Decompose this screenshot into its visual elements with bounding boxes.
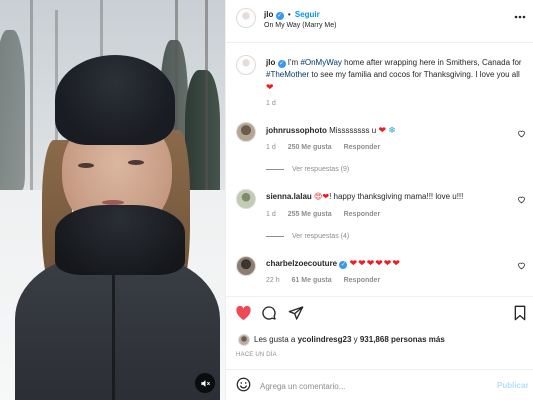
hashtag-themother[interactable]: #TheMother [266,70,309,79]
jacket [15,255,220,400]
liker-username[interactable]: ycolindresg23 [298,335,352,344]
follow-button[interactable]: Seguir [295,10,320,19]
comment-like-heart-icon[interactable] [517,129,526,138]
view-replies-button[interactable]: Ver respuestas (4) [266,233,349,240]
share-button[interactable] [288,305,304,321]
author-avatar[interactable] [236,8,256,28]
post-detail-panel: jlo ✓ • Seguir On My Way (Marry Me) jlo … [225,0,533,400]
caption-time[interactable]: 1 d [266,100,276,107]
beanie-hat [55,55,175,145]
speaker-muted-icon [200,379,210,387]
likes-prefix: Les gusta a [254,335,298,344]
background-tree [185,70,220,200]
background-trunk [30,0,33,190]
smiley-icon [236,377,251,392]
view-replies-label: Ver respuestas (4) [292,233,350,240]
publish-button[interactable]: Publicar [497,381,529,390]
likes-count[interactable]: 931,868 personas más [360,335,445,344]
song-title[interactable]: On My Way (Marry Me) [264,22,336,29]
heart-emoji-icon: ❤ [378,125,386,135]
likes-summary: Les gusta a ycolindresg23 y 931,868 pers… [254,335,445,344]
add-comment-divider [226,369,533,370]
replies-line [266,236,284,237]
eye [128,160,144,165]
add-comment-input[interactable] [260,379,480,393]
comment-meta: 1 d 255 Me gusta Responder [266,211,390,218]
emoji-lead: 😍❤ [314,192,330,201]
actions-divider [226,296,533,297]
hearts-emoji-icon: ❤❤❤❤❤❤ [349,258,401,268]
caption-text-1: I'm [285,58,301,67]
background-tree [0,30,25,190]
view-replies-label: Ver respuestas (9) [292,166,350,173]
header-divider [226,42,533,43]
eye [78,163,94,168]
hashtag-onmyway[interactable]: #OnMyWay [300,58,342,67]
like-button[interactable] [235,305,252,321]
reply-button[interactable]: Responder [344,144,381,151]
heart-filled-icon [236,305,251,321]
paper-plane-icon [288,306,304,320]
verified-badge-icon: ✓ [339,261,348,269]
emoji-picker-button[interactable] [236,377,251,392]
bookmark-icon [514,305,526,321]
comment-text: johnrussophoto Missssssss u ❤ ❄ [266,125,396,136]
comment-time[interactable]: 1 d [266,211,276,218]
comment-text: charbelzoecouture ✓ ❤❤❤❤❤❤ [266,258,401,269]
background-trunk [205,0,208,200]
caption-avatar[interactable] [236,55,256,75]
commenter-avatar[interactable] [236,189,256,209]
comment-bubble-icon [262,306,276,320]
post-video[interactable] [0,0,225,400]
post-header: jlo ✓ • Seguir [264,10,320,20]
comment-username[interactable]: sienna.lalau [266,192,312,201]
caption-text-3: to see my familia and cocos for Thanksgi… [309,70,520,79]
comment-button[interactable] [261,305,277,321]
comment-meta: 1 d 250 Me gusta Responder [266,144,390,151]
more-dots-icon [514,15,526,19]
replies-line [266,169,284,170]
jacket-zipper [112,270,115,400]
comment-likes[interactable]: 250 Me gusta [288,144,332,151]
comment-text: sienna.lalau 😍❤! happy thanksgiving mama… [266,192,463,201]
liker-avatar[interactable] [238,334,250,346]
view-replies-button[interactable]: Ver respuestas (9) [266,166,349,173]
caption-username[interactable]: jlo [266,58,275,67]
comment-likes[interactable]: 61 Me gusta [292,277,332,284]
comment-username[interactable]: charbelzoecouture [266,259,337,268]
post-caption: jlo ✓ I'm #OnMyWay home after wrapping h… [266,57,526,94]
commenter-avatar[interactable] [236,256,256,276]
comment-time[interactable]: 1 d [266,144,276,151]
likes-middle: y [351,335,360,344]
comment-meta: 22 h 61 Me gusta Responder [266,277,390,284]
mute-toggle-button[interactable] [195,373,215,393]
comment-like-heart-icon[interactable] [517,195,526,204]
comment-username[interactable]: johnrussophoto [266,126,327,135]
reply-button[interactable]: Responder [344,211,381,218]
comment-time[interactable]: 22 h [266,277,280,284]
author-username[interactable]: jlo [264,10,273,19]
comment-body: Missssssss u [326,126,379,135]
save-button[interactable] [513,305,527,321]
comment-likes[interactable]: 255 Me gusta [288,211,332,218]
verified-badge-icon: ✓ [277,60,286,68]
snowflake-emoji-icon: ❄ [388,125,396,135]
heart-emoji-icon: ❤ [266,82,274,92]
neck-gaiter [55,205,185,275]
more-options-button[interactable] [514,12,526,21]
caption-text-2: home after wrapping here in Smithers, Ca… [341,58,522,67]
header-separator: • [287,10,291,19]
comment-like-heart-icon[interactable] [517,261,526,270]
reply-button[interactable]: Responder [344,277,381,284]
post-timestamp[interactable]: HACE UN DÍA [236,352,277,358]
comment-body: ! happy thanksgiving mama!!! love u!!! [329,192,464,201]
background-trunk [100,0,103,60]
verified-badge-icon: ✓ [275,12,284,20]
commenter-avatar[interactable] [236,122,256,142]
